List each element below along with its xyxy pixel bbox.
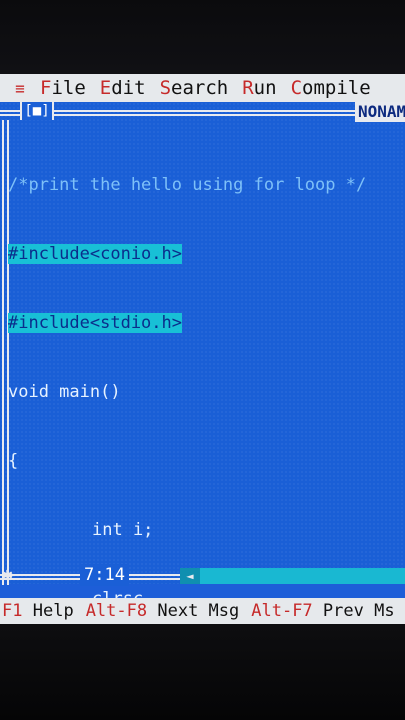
code-line-comment: /*print the hello using for loop */ [8, 174, 405, 197]
status-hint-next-msg[interactable]: Alt-F8 Next Msg [86, 601, 240, 621]
cursor-position: 7:14 [80, 564, 129, 586]
code-line-include-stdio: #include<stdio.h> [8, 312, 405, 335]
hint-label: Next Msg [157, 601, 240, 621]
hint-key: Alt-F7 [251, 601, 313, 621]
menu-file-hotkey: F [40, 77, 52, 99]
system-menu-icon[interactable]: ≡ [0, 79, 40, 98]
window-frame-bottom: ✱ 7:14 ◄ [0, 564, 405, 586]
menu-compile-hotkey: C [290, 77, 303, 99]
frame-double-line [0, 110, 360, 116]
menu-search-hotkey: S [159, 77, 172, 99]
modified-indicator-icon: ✱ [2, 564, 13, 585]
monitor-bezel-top [0, 0, 405, 74]
comment-text: /*print the hello using for loop */ [8, 175, 367, 195]
frame-double-line [136, 574, 180, 580]
menu-run-label: un [253, 77, 277, 99]
menu-compile[interactable]: Compile [291, 77, 371, 99]
code-line-include-conio: #include<conio.h> [8, 243, 405, 266]
hint-label: Prev Ms [322, 601, 395, 621]
status-hint-help[interactable]: F1 Help [2, 601, 74, 621]
menu-run[interactable]: Run [242, 77, 276, 99]
menu-bar: ≡ File Edit Search Run Compile [0, 74, 405, 102]
status-hint-prev-msg[interactable]: Alt-F7 Prev Ms [251, 601, 394, 621]
window-frame-top: [■] NONAM [0, 102, 405, 122]
turbo-c-ide-screen: ≡ File Edit Search Run Compile [■] NONAM… [0, 74, 405, 624]
menu-file[interactable]: File [40, 77, 86, 99]
hint-key: Alt-F8 [85, 601, 148, 621]
hint-label: Help [32, 601, 74, 621]
menu-file-label: ile [51, 77, 86, 99]
hint-key: F1 [2, 601, 23, 621]
code-line-int: int i; [8, 519, 405, 542]
menu-edit[interactable]: Edit [100, 77, 146, 99]
editor-window: [■] NONAM /*print the hello using for lo… [0, 102, 405, 609]
code-line-main: void main() [8, 382, 121, 402]
code-line-open-brace: { [8, 451, 19, 471]
selected-text: #include<stdio.h> [8, 313, 182, 333]
window-title-filename: NONAM [355, 102, 405, 122]
menu-edit-label: dit [111, 77, 146, 99]
horizontal-scrollbar[interactable]: ◄ [180, 568, 405, 584]
selected-text: #include<conio.h> [8, 244, 182, 264]
menu-search[interactable]: Search [160, 77, 229, 99]
status-bar: F1 Help Alt-F8 Next Msg Alt-F7 Prev Ms [0, 598, 405, 624]
menu-run-hotkey: R [242, 77, 254, 99]
window-close-button[interactable]: [■] [20, 102, 54, 120]
menu-edit-hotkey: E [99, 77, 112, 99]
monitor-bezel-bottom [0, 624, 405, 720]
scroll-left-arrow-icon[interactable]: ◄ [180, 568, 200, 584]
code-text: int i; [92, 520, 154, 540]
code-editor[interactable]: /*print the hello using for loop */ #inc… [8, 128, 405, 624]
menu-search-label: earch [171, 77, 229, 99]
menu-compile-label: ompile [302, 77, 371, 99]
